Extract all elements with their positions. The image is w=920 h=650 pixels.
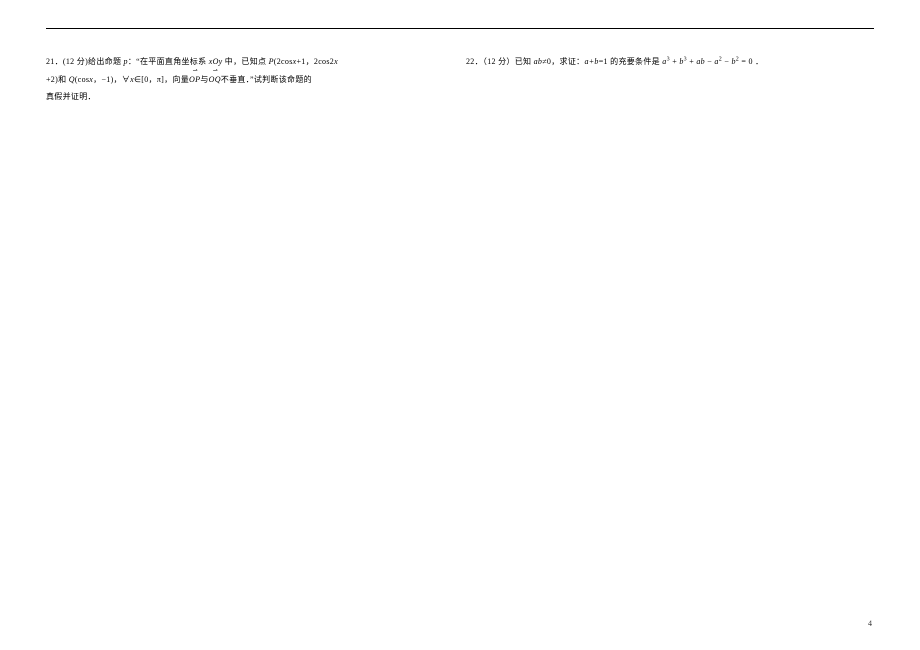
- var-ab: ab: [534, 57, 543, 66]
- top-rule: [46, 28, 874, 29]
- text: (cos: [75, 75, 90, 84]
- problem-number: 21．: [46, 57, 63, 66]
- text: 给出命题: [88, 57, 124, 66]
- text: +: [687, 57, 696, 66]
- problem-21: 21．(12 分)给出命题 p：“在平面直角坐标系 xOy 中，已知点 P(2c…: [46, 53, 426, 106]
- problem-number: 22．: [466, 57, 483, 66]
- text: = 0 ．: [739, 57, 763, 66]
- text: ，−1)，∀: [93, 75, 130, 84]
- var-apb: a+b: [584, 57, 598, 66]
- text: ≠0，求证：: [542, 57, 584, 66]
- problem-points: （12 分）: [483, 57, 515, 66]
- column-right: 22．（12 分）已知 ab≠0，求证：a+b=1 的充要条件是 a3 + b3…: [466, 53, 866, 106]
- text: 真假并证明．: [46, 92, 96, 101]
- text: 中，已知点: [223, 57, 269, 66]
- text: 不垂直．”试判断该命题的: [221, 75, 312, 84]
- page-container: 21．(12 分)给出命题 p：“在平面直角坐标系 xOy 中，已知点 P(2c…: [0, 0, 920, 650]
- arrow-icon: ⇀: [209, 65, 221, 78]
- text: ∈[0，π]，向量: [134, 75, 189, 84]
- vector-OQ: ⇀OQ: [209, 71, 221, 89]
- text: +: [670, 57, 679, 66]
- problem-22: 22．（12 分）已知 ab≠0，求证：a+b=1 的充要条件是 a3 + b3…: [466, 53, 866, 71]
- text: 已知: [515, 57, 534, 66]
- text: 与: [200, 75, 208, 84]
- text: −: [705, 57, 714, 66]
- text: =1 的充要条件是: [599, 57, 663, 66]
- content-columns: 21．(12 分)给出命题 p：“在平面直角坐标系 xOy 中，已知点 P(2c…: [46, 53, 874, 106]
- text: +1，2cos2: [296, 57, 334, 66]
- problem-points: (12 分): [63, 57, 88, 66]
- text: +2)和: [46, 75, 69, 84]
- var-x: x: [334, 57, 338, 66]
- arrow-icon: ⇀: [189, 65, 200, 78]
- var-ab: ab: [696, 57, 705, 66]
- column-left: 21．(12 分)给出命题 p：“在平面直角坐标系 xOy 中，已知点 P(2c…: [46, 53, 426, 106]
- page-number: 4: [868, 619, 872, 628]
- text: (2cos: [274, 57, 293, 66]
- vector-OP: ⇀OP: [189, 71, 200, 89]
